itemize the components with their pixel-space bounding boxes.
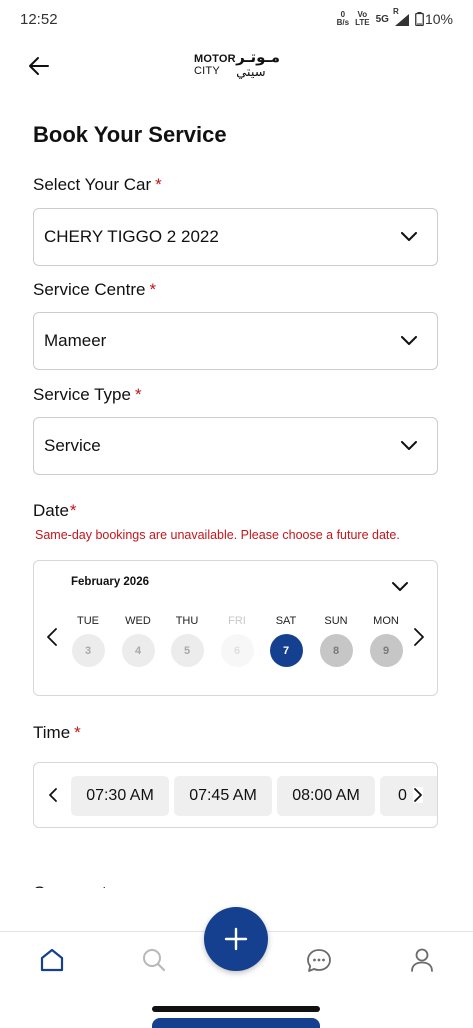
status-time: 12:52 <box>20 11 58 28</box>
chevron-right-icon[interactable] <box>413 627 425 647</box>
roaming-label: R <box>392 7 399 16</box>
chevron-down-icon <box>401 232 417 241</box>
bottom-sheet-edge <box>152 1018 320 1028</box>
day-thu[interactable]: THU 5 <box>170 615 204 667</box>
type-select-value: Service <box>44 436 101 455</box>
day-sun[interactable]: SUN 8 <box>319 615 353 667</box>
centre-select-value: Mameer <box>44 331 107 350</box>
time-slot[interactable]: 07:30 AM <box>71 776 169 816</box>
nav-home[interactable] <box>38 946 66 974</box>
date-picker: February 2026 TUE 3 WED 4 THU 5 FRI 6 SA… <box>33 560 438 696</box>
centre-select[interactable]: Mameer <box>33 312 438 370</box>
home-icon <box>40 948 64 972</box>
chevron-down-icon[interactable] <box>391 581 409 593</box>
arrow-left-icon <box>29 57 49 75</box>
chevron-left-icon[interactable] <box>46 627 58 647</box>
nav-chat[interactable] <box>305 946 333 974</box>
day-wed[interactable]: WED 4 <box>121 615 155 667</box>
time-slot[interactable]: 0 <box>380 776 437 816</box>
car-label: Select Your Car * <box>33 175 162 194</box>
network-label: 5G <box>375 13 389 25</box>
time-label: Time * <box>33 723 81 742</box>
signal-icon: R <box>393 7 409 26</box>
add-icon <box>224 927 248 951</box>
day-mon[interactable]: MON 9 <box>369 615 403 667</box>
battery-icon <box>415 12 424 26</box>
volte-indicator: Vo LTE <box>355 10 370 27</box>
centre-label: Service Centre * <box>33 280 157 299</box>
chevron-left-icon[interactable] <box>48 787 58 803</box>
car-select[interactable]: CHERY TIGGO 2 2022 <box>33 208 438 266</box>
time-slot[interactable]: 08:00 AM <box>277 776 375 816</box>
type-select[interactable]: Service <box>33 417 438 475</box>
search-icon <box>143 949 166 972</box>
battery-level: 10% <box>424 11 453 27</box>
nav-profile[interactable] <box>408 946 436 974</box>
home-indicator[interactable] <box>152 1006 320 1012</box>
chat-icon <box>307 949 331 972</box>
nav-search[interactable] <box>140 946 168 974</box>
back-button[interactable] <box>26 54 52 78</box>
date-error-message: Same-day bookings are unavailable. Pleas… <box>35 528 400 542</box>
profile-icon <box>411 948 433 972</box>
logo-en: MOTOR CITY <box>194 53 236 77</box>
brand-logo: MOTOR CITY مـوتـر سيتي <box>190 49 284 83</box>
chevron-down-icon <box>401 336 417 345</box>
time-slot[interactable]: 07:45 AM <box>174 776 272 816</box>
calendar-month: February 2026 <box>71 576 149 588</box>
day-tue[interactable]: TUE 3 <box>71 615 105 667</box>
day-fri: FRI 6 <box>220 615 254 667</box>
logo-ar: مـوتـر سيتي <box>236 48 280 80</box>
add-button[interactable] <box>204 907 268 971</box>
comment-label: Comment <box>33 878 107 888</box>
battery: 10% <box>415 11 453 27</box>
type-label: Service Type * <box>33 385 142 404</box>
chevron-right-icon[interactable] <box>413 787 423 803</box>
chevron-down-icon <box>401 441 417 450</box>
status-icons: 0 B/s Vo LTE 5G R 10% <box>336 7 453 27</box>
date-label: Date* <box>33 501 77 520</box>
page-title: Book Your Service <box>33 122 227 147</box>
car-select-value: CHERY TIGGO 2 2022 <box>44 227 219 246</box>
data-rate: 0 B/s <box>336 10 350 27</box>
day-sat[interactable]: SAT 7 <box>269 615 303 667</box>
time-slot-picker: 07:30 AM 07:45 AM 08:00 AM 0 <box>33 762 438 828</box>
